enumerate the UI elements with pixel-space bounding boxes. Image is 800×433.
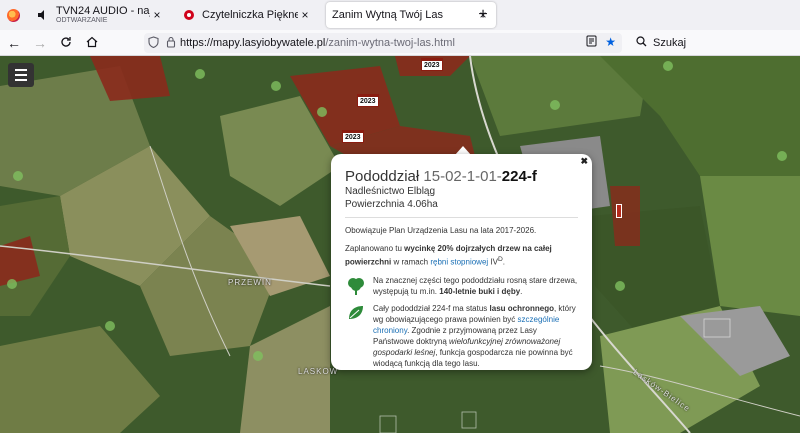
new-tab-button[interactable]: + bbox=[474, 6, 492, 24]
shield-icon[interactable] bbox=[144, 35, 162, 51]
logging-method-link[interactable]: rębni stopniowej bbox=[430, 258, 488, 267]
reload-button[interactable] bbox=[54, 32, 78, 54]
home-button[interactable] bbox=[80, 32, 104, 54]
area: Powierzchnia 4.06ha bbox=[345, 199, 438, 210]
forward-button[interactable]: → bbox=[28, 32, 52, 54]
search-icon bbox=[636, 36, 647, 50]
protected-forest-row: Cały pododdział 224-f ma status lasu och… bbox=[345, 303, 578, 369]
tab-title: Czytelniczka Piękne dęby i buki bbox=[202, 9, 298, 21]
year-badge[interactable]: 2023 bbox=[357, 94, 379, 107]
search-box[interactable]: Szukaj bbox=[630, 33, 796, 53]
lock-icon[interactable] bbox=[162, 36, 180, 51]
warning-marker-icon[interactable] bbox=[616, 204, 622, 218]
forest-district: Nadleśnictwo Elbląg bbox=[345, 186, 436, 197]
search-placeholder: Szukaj bbox=[653, 37, 687, 49]
tree-icon bbox=[345, 275, 367, 297]
map-place-label: PRZEWIN bbox=[228, 278, 272, 287]
url-path: /zanim-wytna-twoj-las.html bbox=[325, 37, 455, 49]
tab-czytelniczka[interactable]: Czytelniczka Piękne dęby i buki × bbox=[176, 2, 318, 28]
popup-title: Pododdział 15-02-1-01-224-f bbox=[345, 168, 578, 185]
tab-subtitle: ODTWARZANIE bbox=[56, 17, 108, 24]
url-host: https://mapy.lasyiobywatele.pl bbox=[180, 37, 326, 49]
map-menu-button[interactable] bbox=[8, 63, 34, 87]
address-bar[interactable]: https://mapy.lasyiobywatele.pl/zanim-wyt… bbox=[144, 33, 622, 53]
tab-title: Zanim Wytną Twój Las bbox=[332, 9, 443, 21]
reader-view-icon[interactable] bbox=[586, 35, 597, 50]
divider bbox=[345, 217, 578, 218]
old-trees-row: Na znacznej części tego pododdziału rosn… bbox=[345, 275, 578, 297]
old-trees-text: Na znacznej części tego pododdziału rosn… bbox=[373, 275, 578, 296]
close-tab-icon[interactable]: × bbox=[298, 8, 312, 22]
plan-text: Obowiązuje Plan Urządzenia Lasu na lata … bbox=[345, 226, 537, 235]
tab-bar: TVN24 AUDIO - najnowsze info ODTWARZANIE… bbox=[0, 0, 800, 30]
popup-title-prefix: Pododdział bbox=[345, 168, 424, 185]
year-badge[interactable]: 2023 bbox=[342, 130, 364, 143]
tab-tvn24[interactable]: TVN24 AUDIO - najnowsze info ODTWARZANIE… bbox=[30, 2, 170, 28]
speaker-icon[interactable] bbox=[36, 8, 50, 22]
firefox-icon bbox=[6, 8, 20, 22]
back-button[interactable]: ← bbox=[2, 32, 26, 54]
navigation-toolbar: ← → https://mapy.lasyiobywatele.pl/zanim… bbox=[0, 30, 800, 56]
protected-forest-text: Cały pododdział 224-f ma status lasu och… bbox=[373, 303, 576, 368]
popup-title-id-bold: 224-f bbox=[501, 168, 537, 185]
close-icon[interactable]: ✖ bbox=[580, 156, 588, 167]
map-place-label: LASKOW bbox=[298, 367, 339, 376]
firefox-menu-button[interactable] bbox=[0, 0, 26, 30]
bookmark-star-icon[interactable]: ★ bbox=[605, 35, 616, 50]
tab-title: TVN24 AUDIO - najnowsze info bbox=[56, 5, 150, 17]
planned-logging-text: Zaplanowano tu wycinkę 20% dojrzałych dr… bbox=[345, 244, 552, 267]
subdivision-popup: ✖ Pododdział 15-02-1-01-224-f Nadleśnict… bbox=[331, 154, 592, 370]
news-site-icon bbox=[182, 8, 196, 22]
close-tab-icon[interactable]: × bbox=[150, 8, 164, 22]
leaf-icon bbox=[345, 303, 367, 369]
year-badge[interactable]: 2023 bbox=[421, 58, 443, 71]
tab-zanim-wytna[interactable]: Zanim Wytną Twój Las × bbox=[326, 2, 496, 28]
popup-title-id: 15-02-1-01- bbox=[423, 168, 502, 185]
